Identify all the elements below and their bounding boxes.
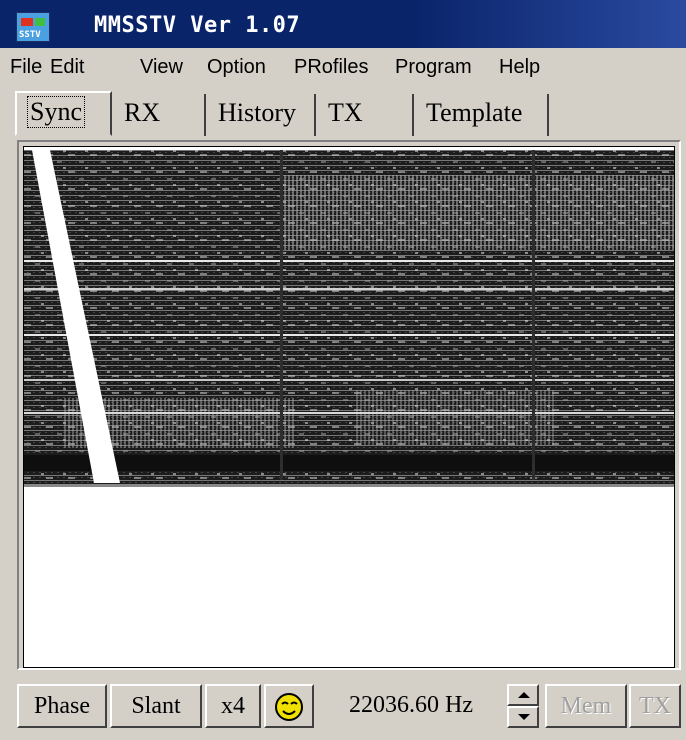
window-title: MMSSTV Ver 1.07 xyxy=(94,13,301,38)
zoom-button-label: x4 xyxy=(221,693,245,719)
slant-button[interactable]: Slant xyxy=(110,684,202,728)
tab-tx-label: TX xyxy=(328,98,363,127)
status-bar: Phase Slant x4 22036.60 Hz Mem TX xyxy=(0,676,686,740)
tab-bar: Sync RX History TX Template xyxy=(0,88,686,138)
smiley-face-icon xyxy=(275,693,303,721)
menu-file[interactable]: File xyxy=(10,56,42,79)
sync-spectrogram-image[interactable] xyxy=(24,150,674,496)
menu-edit[interactable]: Edit xyxy=(50,56,84,79)
menu-profiles[interactable]: PRofiles xyxy=(294,56,368,79)
phase-button[interactable]: Phase xyxy=(17,684,107,728)
frequency-readout: 22036.60 Hz xyxy=(349,692,473,718)
arrow-up-icon xyxy=(518,692,530,698)
menu-view[interactable]: View xyxy=(140,56,183,79)
menu-option[interactable]: Option xyxy=(207,56,266,79)
title-bar[interactable]: SSTV MMSSTV Ver 1.07 xyxy=(0,0,686,48)
frequency-spinner[interactable] xyxy=(507,684,539,728)
app-icon-label: SSTV xyxy=(19,30,41,40)
phase-button-label: Phase xyxy=(34,693,90,719)
sync-image-area[interactable] xyxy=(23,146,675,668)
menu-bar: File Edit View Option PRofiles Program H… xyxy=(0,48,686,88)
zoom-button[interactable]: x4 xyxy=(205,684,261,728)
tx-button-label: TX xyxy=(639,693,671,719)
tab-template[interactable]: Template xyxy=(416,94,549,136)
tab-sync[interactable]: Sync xyxy=(15,91,112,136)
arrow-down-icon xyxy=(518,714,530,720)
spin-down-button[interactable] xyxy=(507,706,539,728)
app-icon[interactable]: SSTV xyxy=(16,12,50,42)
tab-history-label: History xyxy=(218,98,296,127)
menu-help[interactable]: Help xyxy=(499,56,540,79)
menu-program[interactable]: Program xyxy=(395,56,472,79)
spin-up-button[interactable] xyxy=(507,684,539,706)
tab-history[interactable]: History xyxy=(208,94,316,136)
tab-rx-label: RX xyxy=(124,98,161,127)
tab-tx[interactable]: TX xyxy=(318,94,414,136)
sync-panel xyxy=(17,140,681,670)
tab-template-label: Template xyxy=(426,98,523,127)
tx-button[interactable]: TX xyxy=(629,684,681,728)
tab-rx[interactable]: RX xyxy=(114,94,206,136)
mem-button[interactable]: Mem xyxy=(545,684,627,728)
mem-button-label: Mem xyxy=(560,693,612,719)
tab-sync-label: Sync xyxy=(27,96,85,128)
smiley-button[interactable] xyxy=(264,684,314,728)
slant-button-label: Slant xyxy=(131,693,181,719)
